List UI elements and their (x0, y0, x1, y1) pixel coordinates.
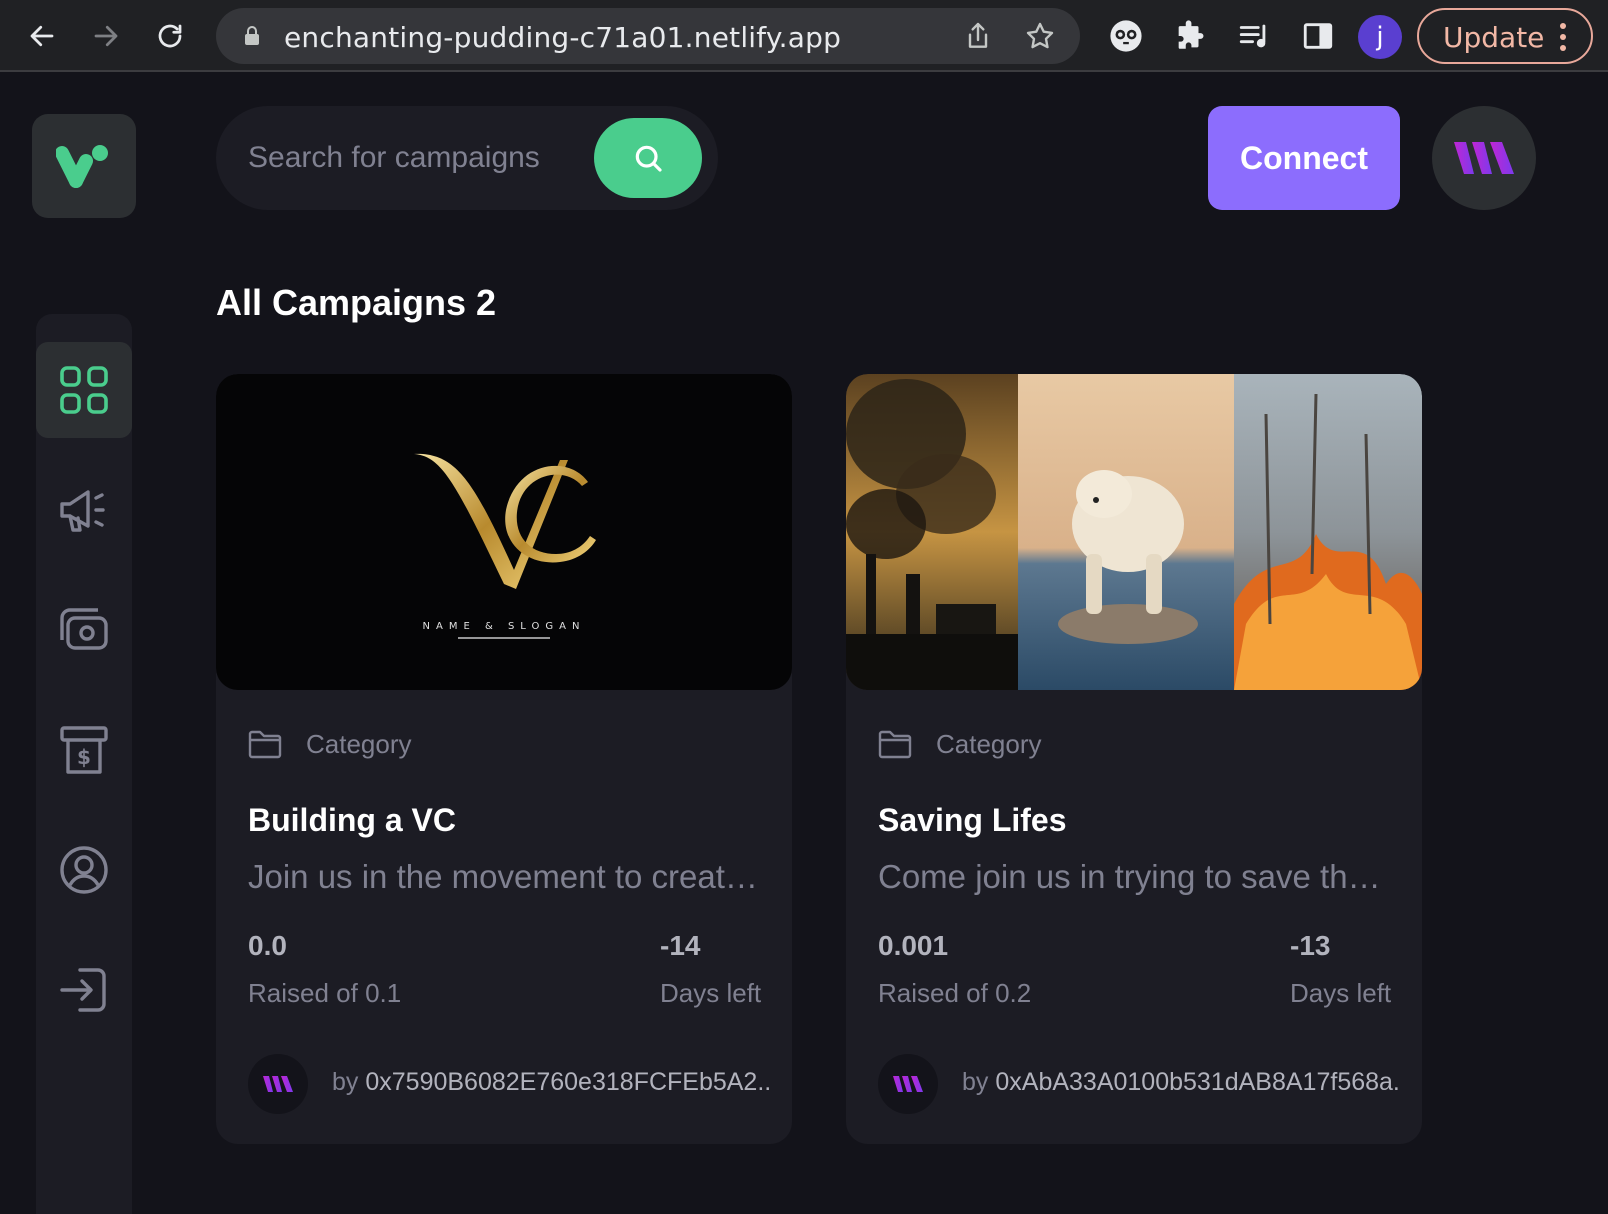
search-input[interactable] (248, 130, 578, 186)
raised-label: Raised of 0.1 (248, 978, 402, 1008)
playlist-icon (1239, 24, 1266, 48)
owner-avatar (878, 1054, 938, 1114)
search-button[interactable] (594, 118, 702, 198)
campaign-image (846, 374, 1422, 690)
user-avatar[interactable] (1432, 106, 1536, 210)
sidebar-item-payment[interactable] (36, 582, 132, 678)
logout-icon (60, 968, 106, 1012)
search-bar (216, 106, 718, 210)
campaign-title: Saving Lifes (878, 802, 1067, 838)
app-root: $ Connect All Campaigns 2 (0, 74, 1608, 1214)
owner-address: by 0xAbA33A0100b531dAB8A17f568a... (962, 1068, 1402, 1097)
sidebar-item-withdraw[interactable]: $ (36, 702, 132, 798)
brand-w-icon (1454, 142, 1514, 174)
brand-w-icon (263, 1076, 293, 1092)
campaign-title: Building a VC (248, 802, 456, 838)
share-icon[interactable] (962, 20, 994, 52)
category-row: Category (878, 726, 1042, 762)
owl-icon (1110, 20, 1142, 52)
address-bar[interactable]: enchanting-pudding-c71a01.netlify.app (216, 8, 1080, 64)
climate-collage-image (846, 374, 1422, 690)
campaign-image: NAME & SLOGAN (216, 374, 792, 690)
arrow-left-icon (30, 25, 54, 47)
campaign-description: Come join us in trying to save the plane… (878, 858, 1390, 895)
vc-logo-slogan: NAME & SLOGAN (423, 621, 586, 632)
raised-label: Raised of 0.2 (878, 978, 1032, 1008)
puzzle-icon (1178, 20, 1204, 49)
search-icon (635, 145, 662, 172)
owner-address: by 0x7590B6082E760e318FCFEb5A2... (332, 1068, 772, 1097)
category-row: Category (248, 726, 412, 762)
reload-button[interactable] (148, 14, 192, 58)
reload-icon (158, 24, 182, 48)
category-label: Category (306, 728, 412, 759)
category-label: Category (936, 728, 1042, 759)
sidebar-item-profile[interactable] (36, 822, 132, 918)
svg-text:$: $ (77, 745, 91, 769)
connect-button[interactable]: Connect (1208, 106, 1400, 210)
days-left-value: -13 (1290, 930, 1331, 961)
lock-icon (245, 26, 259, 45)
raised-amount: 0.0 (248, 930, 287, 961)
megaphone-icon (60, 490, 105, 532)
campaign-card[interactable]: Category Saving Lifes Come join us in tr… (846, 374, 1422, 1144)
days-left-label: Days left (1290, 978, 1392, 1008)
raised-amount: 0.001 (878, 930, 949, 961)
owner-avatar (248, 1054, 308, 1114)
days-left-label: Days left (660, 978, 762, 1008)
days-left-value: -14 (660, 930, 701, 961)
page-title: All Campaigns 2 (216, 282, 497, 323)
back-button[interactable] (20, 14, 64, 58)
payment-icon (60, 608, 108, 650)
update-label: Update (1443, 21, 1545, 54)
brand-w-icon (893, 1076, 923, 1092)
arrow-right-icon (94, 25, 118, 47)
campaign-description: Join us in the movement to create a VC (248, 858, 760, 895)
folder-icon (878, 730, 912, 759)
dashboard-icon (60, 366, 108, 414)
logo-icon (56, 145, 108, 188)
withdraw-icon: $ (60, 726, 108, 774)
update-button[interactable]: Update (1417, 8, 1593, 64)
media-controls-button[interactable] (1234, 16, 1274, 56)
forward-button[interactable] (84, 14, 128, 58)
vc-logo-image: NAME & SLOGAN (414, 453, 596, 639)
folder-icon (248, 730, 282, 759)
side-panel-button[interactable] (1298, 16, 1338, 56)
more-vertical-icon[interactable] (1559, 23, 1567, 51)
owner-prefix: by (332, 1068, 359, 1096)
owner-value: 0xAbA33A0100b531dAB8A17f568a... (995, 1068, 1402, 1096)
extensions-button[interactable] (1170, 16, 1210, 56)
profile-avatar[interactable]: j (1358, 15, 1402, 59)
profile-icon (60, 846, 108, 894)
extension-owl-button[interactable] (1106, 16, 1146, 56)
browser-toolbar: enchanting-pudding-c71a01.netlify.app j … (0, 0, 1608, 72)
sidebar: $ (36, 314, 132, 1214)
sidebar-item-logout[interactable] (36, 942, 132, 1038)
bookmark-star-icon[interactable] (1024, 20, 1056, 52)
side-panel-icon (1303, 23, 1333, 49)
sidebar-item-dashboard[interactable] (36, 342, 132, 438)
url-text: enchanting-pudding-c71a01.netlify.app (284, 21, 842, 54)
owner-prefix: by (962, 1068, 989, 1096)
campaign-card[interactable]: NAME & SLOGAN Category Building a VC Joi… (216, 374, 792, 1144)
owner-value: 0x7590B6082E760e318FCFEb5A2... (365, 1068, 772, 1096)
sidebar-item-campaign[interactable] (36, 462, 132, 558)
app-logo[interactable] (32, 114, 136, 218)
